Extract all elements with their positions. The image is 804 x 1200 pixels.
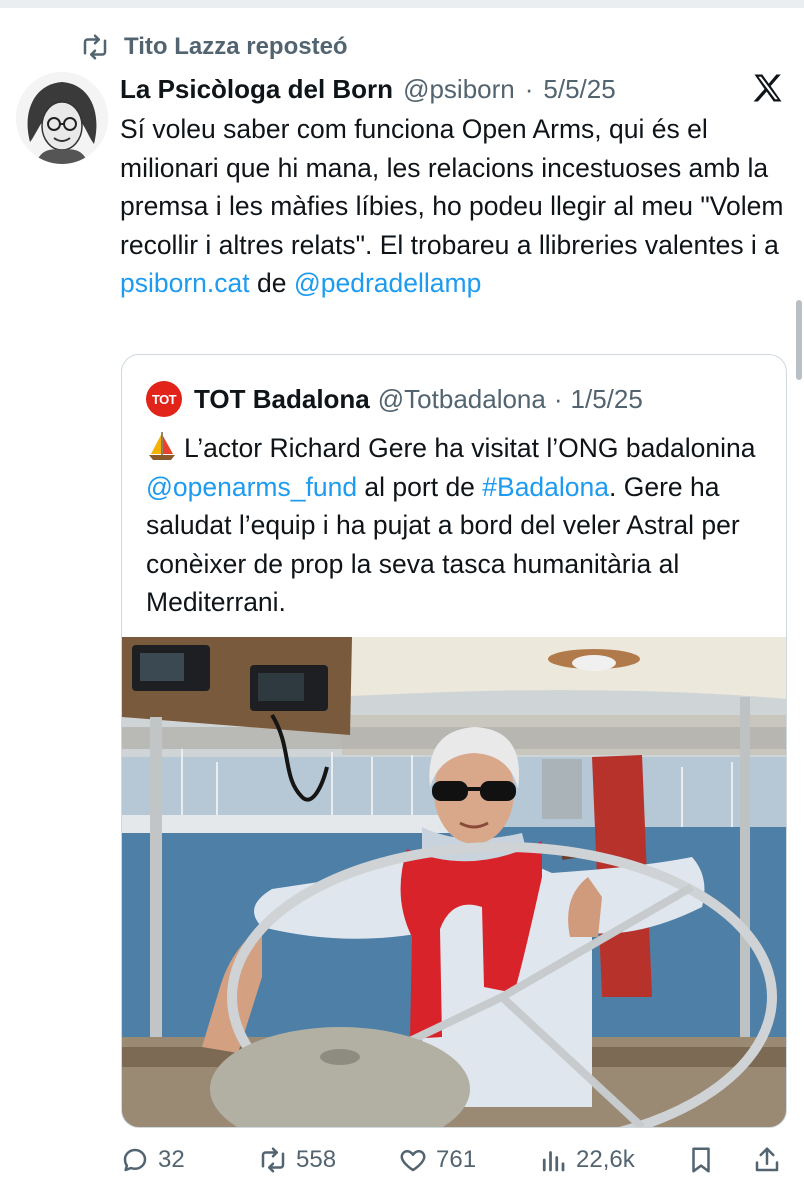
author-avatar[interactable] (16, 72, 108, 164)
repost-label: Tito Lazza reposteó (124, 33, 348, 60)
views-button[interactable]: 22,6k (538, 1138, 635, 1182)
author-name[interactable]: La Psicòloga del Born (120, 74, 393, 105)
quoted-tweet-date[interactable]: 1/5/25 (571, 384, 643, 415)
repost-button[interactable]: 558 (258, 1138, 336, 1182)
like-button[interactable]: 761 (398, 1138, 476, 1182)
tweet-date[interactable]: 5/5/25 (543, 74, 615, 105)
scrollbar[interactable] (796, 300, 802, 380)
reply-button[interactable]: 32 (120, 1138, 185, 1182)
repost-icon (83, 34, 107, 60)
repost-count: 558 (296, 1146, 337, 1173)
bookmark-icon (692, 1147, 710, 1173)
share-button[interactable] (752, 1138, 782, 1182)
tweet-actions: 32 558 761 22,6k (120, 1138, 784, 1182)
quoted-author-avatar[interactable]: TOT (146, 381, 182, 417)
view-count: 22,6k (576, 1146, 635, 1173)
sailboat-emoji-icon (149, 432, 175, 460)
openarms-mention-link[interactable]: @openarms_fund (146, 472, 357, 502)
tweet-text-part: Sí voleu saber com funciona Open Arms, q… (120, 114, 784, 260)
reply-count: 32 (158, 1146, 185, 1173)
website-link[interactable]: psiborn.cat (120, 268, 250, 298)
quoted-author-handle[interactable]: @Totbadalona (378, 384, 546, 415)
quoted-tweet-header: TOT TOT Badalona @Totbadalona · 1/5/25 (146, 381, 643, 417)
post-view: Tito Lazza reposteó La Psicòloga del Bor… (0, 0, 804, 1200)
photo-scene (122, 637, 786, 1127)
share-icon (755, 1147, 779, 1172)
quoted-text-part: L’actor Richard Gere ha visitat l’ONG ba… (184, 433, 756, 463)
quoted-header-separator: · (553, 383, 563, 414)
bookmark-button[interactable] (686, 1138, 716, 1182)
quoted-tweet-photo[interactable] (122, 637, 786, 1127)
badalona-hashtag-link[interactable]: #Badalona (482, 472, 609, 502)
tweet-body: Sí voleu saber com funciona Open Arms, q… (120, 110, 790, 303)
quoted-tweet-body: L’actor Richard Gere ha visitat l’ONG ba… (146, 429, 766, 622)
author-handle[interactable]: @psiborn (403, 74, 515, 105)
reply-icon (123, 1148, 147, 1172)
quoted-author-name[interactable]: TOT Badalona (194, 384, 370, 415)
repost-icon (261, 1147, 285, 1173)
top-divider (0, 0, 804, 8)
quoted-text-part: al port de (357, 471, 483, 502)
like-count: 761 (436, 1146, 477, 1173)
header-separator: · (524, 73, 534, 104)
mention-link[interactable]: @pedradellamp (294, 268, 481, 298)
views-chart-icon (542, 1151, 565, 1172)
x-logo-icon (753, 74, 782, 102)
tweet-header: La Psicòloga del Born @psiborn · 5/5/25 (120, 70, 724, 108)
heart-icon (400, 1150, 426, 1172)
quoted-tweet[interactable]: TOT TOT Badalona @Totbadalona · 1/5/25 L… (121, 354, 787, 1128)
repost-indicator[interactable]: Tito Lazza reposteó (80, 30, 348, 64)
tweet-text-part: de (249, 268, 294, 298)
